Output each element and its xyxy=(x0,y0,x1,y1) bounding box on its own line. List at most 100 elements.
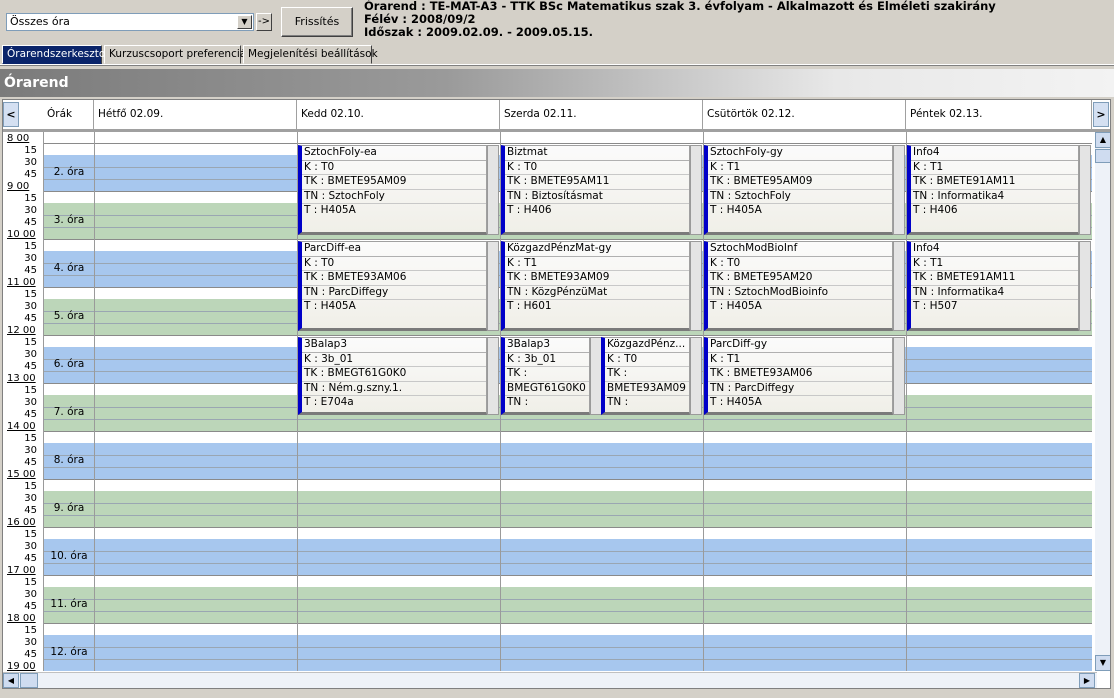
course-block-scrollbar[interactable] xyxy=(690,241,702,331)
day-header-tuesday: Kedd 02.10. xyxy=(297,100,500,129)
course-block[interactable]: Info4 K : T1 TK : BMETE91AM11 TN : Informat… xyxy=(907,241,1079,331)
course-field-k: K : T1 xyxy=(911,161,1078,175)
quarter-time-label: 15 xyxy=(24,625,37,636)
quarter-line xyxy=(43,515,1092,516)
scroll-down-icon[interactable]: ▼ xyxy=(1095,655,1110,671)
course-field-k: K : 3b_01 xyxy=(302,353,486,367)
course-block-scrollbar[interactable] xyxy=(893,337,905,415)
horizontal-scrollbar[interactable]: ◀ ▶ xyxy=(3,672,1097,688)
course-block[interactable]: Info4 K : T1 TK : BMETE91AM11 TN : Informat… xyxy=(907,145,1079,235)
quarter-time-label: 15 xyxy=(24,337,37,348)
scroll-left-icon[interactable]: ◀ xyxy=(3,673,19,688)
course-field-t: T : H405A xyxy=(710,300,762,312)
day-header-friday: Péntek 02.13. xyxy=(906,100,1092,129)
refresh-button[interactable]: Frissítés xyxy=(281,7,353,37)
course-block-scrollbar[interactable] xyxy=(893,145,905,235)
chevron-left-icon[interactable]: < xyxy=(3,102,19,127)
period-label: 9. óra xyxy=(53,502,85,514)
course-title: ParcDiff-gy xyxy=(708,338,892,353)
course-title: KözgazdPénzMat-gy xyxy=(505,242,689,257)
course-field-tk: TK : BMETE95AM20 xyxy=(708,271,892,286)
course-block[interactable]: KözgazdPénzMat-gy K : T1 TK : BMETE93AM09 T… xyxy=(501,241,690,331)
course-field-tk: TK : BMETE91AM11 xyxy=(911,271,1078,286)
quarter-time-label: 15 xyxy=(24,577,37,588)
tab-timetable-editor[interactable]: Órarendszerkeszto xyxy=(2,45,105,64)
course-field-t: T : H601 xyxy=(507,300,552,312)
timetable-body: 2. óra 3. óra 4. óra 5. óra 6. óra 7. óra 8. ó… xyxy=(3,132,1097,671)
course-block-scrollbar[interactable] xyxy=(487,145,499,235)
course-title: SztochModBioInf xyxy=(708,242,892,257)
course-block-scrollbar[interactable] xyxy=(893,241,905,331)
tab-display-settings[interactable]: Megjelenítési beállítások xyxy=(243,45,378,64)
period-label: 5. óra xyxy=(53,310,85,322)
course-field-tn: BMETE93AM09 xyxy=(605,382,689,396)
hour-time-label: 12 00 xyxy=(7,325,36,336)
course-block[interactable]: 3Balap3 K : 3b_01 TK : BMEGT61G0K0 TN : xyxy=(501,337,590,415)
quarter-time-label: 30 xyxy=(24,589,37,600)
course-block-scrollbar[interactable] xyxy=(690,337,702,415)
timetable-info: Órarend : TE-MAT-A3 - TTK BSc Matematiku… xyxy=(364,0,996,39)
course-field-t: T : H405A xyxy=(304,300,356,312)
course-title: 3Balap3 xyxy=(302,338,486,353)
period-band xyxy=(43,491,1092,527)
hours-column-header: Órák xyxy=(43,100,94,129)
quarter-line xyxy=(43,503,1092,504)
period-label: 3. óra xyxy=(53,214,85,226)
course-field-t: T : H406 xyxy=(507,204,552,216)
quarter-time-label: 45 xyxy=(24,649,37,660)
quarter-time-label: 30 xyxy=(24,397,37,408)
course-block[interactable]: 3Balap3 K : 3b_01 TK : BMEGT61G0K0 TN : Ném… xyxy=(298,337,487,415)
quarter-time-label: 30 xyxy=(24,349,37,360)
quarter-time-label: 45 xyxy=(24,217,37,228)
course-block[interactable]: ParcDiff-ea K : T0 TK : BMETE93AM06 TN : Pa… xyxy=(298,241,487,331)
day-header-monday: Hétfő 02.09. xyxy=(94,100,297,129)
course-field-tk: TK : BMETE93AM06 xyxy=(708,367,892,382)
course-field-tk: TK : BMETE95AM09 xyxy=(302,175,486,190)
filter-dropdown[interactable]: Összes óra ▼ xyxy=(6,13,254,31)
course-field-tn: TN : Ném.g.szny.1. xyxy=(302,382,486,396)
course-block-scrollbar[interactable] xyxy=(1079,241,1091,331)
period-label: 8. óra xyxy=(53,454,85,466)
horizontal-scroll-thumb[interactable] xyxy=(20,673,38,688)
course-field-k: K : T1 xyxy=(708,353,892,367)
vertical-scrollbar[interactable]: ▲ ▼ xyxy=(1095,132,1110,671)
hour-time-label: 17 00 xyxy=(7,565,36,576)
quarter-line xyxy=(43,647,1092,648)
tab-divider xyxy=(0,64,1114,66)
course-field-tn: TN : SztochFoly xyxy=(302,190,486,204)
course-block[interactable]: Biztmat K : T0 TK : BMETE95AM11 TN : Biztos… xyxy=(501,145,690,235)
period-band xyxy=(43,587,1092,623)
course-field-tk: TK : xyxy=(605,367,689,382)
chevron-right-icon[interactable]: > xyxy=(1093,102,1109,127)
hour-time-label: 19 00 xyxy=(7,661,36,671)
course-block-scrollbar[interactable] xyxy=(487,337,499,415)
scroll-up-icon[interactable]: ▲ xyxy=(1095,132,1110,148)
apply-filter-button[interactable]: -> xyxy=(256,13,272,31)
course-block[interactable]: SztochFoly-gy K : T1 TK : BMETE95AM09 TN : … xyxy=(704,145,893,235)
period-label: Időszak : 2009.02.09. - 2009.05.15. xyxy=(364,25,593,39)
quarter-line xyxy=(43,467,1092,468)
course-field-tn: BMEGT61G0K0 xyxy=(505,382,589,396)
hour-line xyxy=(43,527,1092,528)
course-field-t: T : H405A xyxy=(710,396,762,408)
course-title: ParcDiff-ea xyxy=(302,242,486,257)
tab-course-group-preferences[interactable]: Kurzuscsoport preferenciák xyxy=(104,45,252,64)
hour-time-label: 8 00 xyxy=(7,133,30,144)
course-field-tn: TN : KözgPénzüMat xyxy=(505,286,689,300)
quarter-time-label: 30 xyxy=(24,541,37,552)
course-block-scrollbar[interactable] xyxy=(1079,145,1091,235)
course-field-t: TN : xyxy=(607,396,629,408)
course-block[interactable]: KözgazdPénz... K : T0 TK : BMETE93AM09 TN : xyxy=(601,337,690,415)
chevron-down-icon[interactable]: ▼ xyxy=(237,15,252,29)
period-label: 6. óra xyxy=(53,358,85,370)
course-block[interactable]: SztochModBioInf K : T0 TK : BMETE95AM20 TN … xyxy=(704,241,893,331)
course-block[interactable]: ParcDiff-gy K : T1 TK : BMETE93AM06 TN : Pa… xyxy=(704,337,893,415)
quarter-time-label: 45 xyxy=(24,553,37,564)
scroll-right-icon[interactable]: ▶ xyxy=(1079,673,1095,688)
quarter-time-label: 45 xyxy=(24,409,37,420)
vertical-scroll-thumb[interactable] xyxy=(1095,149,1110,163)
course-block-scrollbar[interactable] xyxy=(690,145,702,235)
course-block-scrollbar[interactable] xyxy=(487,241,499,331)
course-block[interactable]: SztochFoly-ea K : T0 TK : BMETE95AM09 TN : … xyxy=(298,145,487,235)
hour-line xyxy=(43,623,1092,624)
